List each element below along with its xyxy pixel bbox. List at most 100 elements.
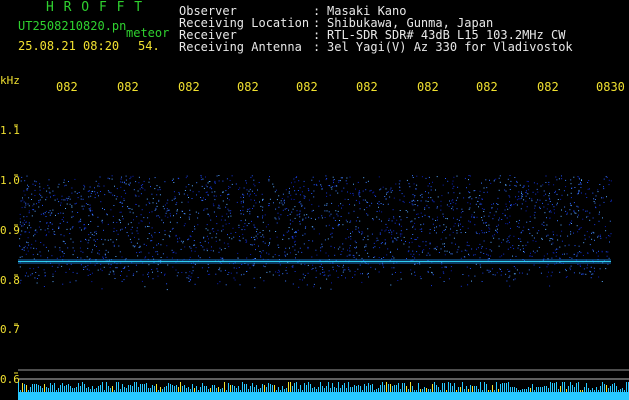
noise-dot xyxy=(94,187,95,189)
noise-dot xyxy=(130,176,132,178)
noise-dot xyxy=(52,273,54,275)
noise-dot xyxy=(141,280,143,282)
noise-dot xyxy=(250,199,252,201)
noise-dot xyxy=(564,206,566,208)
noise-dot xyxy=(415,239,417,240)
noise-dot xyxy=(332,227,334,229)
noise-dot xyxy=(275,218,277,220)
noise-dot xyxy=(513,248,515,250)
noise-dot xyxy=(391,237,392,239)
noise-dot xyxy=(33,209,35,211)
noise-dot xyxy=(570,197,572,199)
noise-dot xyxy=(31,215,33,217)
activity-bar xyxy=(220,389,221,392)
noise-dot xyxy=(279,271,280,273)
activity-bar xyxy=(184,385,185,392)
noise-dot xyxy=(606,255,608,257)
noise-dot xyxy=(434,227,436,229)
noise-dot xyxy=(67,198,69,199)
noise-dot xyxy=(289,213,291,215)
noise-dot xyxy=(116,222,118,223)
activity-bar xyxy=(380,385,381,392)
noise-dot xyxy=(95,230,97,232)
noise-dot xyxy=(358,191,360,193)
activity-bar xyxy=(104,390,105,392)
time-tick: 0830 xyxy=(596,80,625,94)
noise-dot xyxy=(367,228,369,230)
noise-dot xyxy=(365,189,367,191)
noise-dot xyxy=(243,187,245,189)
noise-dot xyxy=(224,269,226,271)
noise-dot xyxy=(477,247,479,249)
noise-dot xyxy=(587,182,589,183)
noise-dot xyxy=(299,210,301,212)
noise-dot xyxy=(538,230,540,232)
noise-dot xyxy=(365,181,367,183)
activity-bar xyxy=(472,386,473,392)
noise-dot xyxy=(32,205,34,207)
app-title: H R O F F T xyxy=(46,0,144,15)
noise-dot xyxy=(541,238,543,240)
noise-dot xyxy=(467,202,469,204)
noise-dot xyxy=(437,219,438,221)
noise-dot xyxy=(158,243,159,245)
noise-dot xyxy=(379,232,381,234)
noise-dot xyxy=(411,241,413,243)
noise-dot xyxy=(304,233,306,235)
noise-dot xyxy=(102,243,104,245)
noise-dot xyxy=(568,244,570,246)
activity-bar xyxy=(230,385,231,392)
noise-dot xyxy=(609,235,611,237)
noise-dot xyxy=(294,271,296,272)
noise-dot xyxy=(368,256,370,258)
noise-dot xyxy=(515,203,517,205)
noise-dot xyxy=(608,184,610,186)
noise-dot xyxy=(403,236,405,238)
noise-dot xyxy=(415,188,417,190)
noise-dot xyxy=(96,239,98,240)
noise-dot xyxy=(55,214,56,216)
noise-dot xyxy=(116,239,118,241)
noise-dot xyxy=(519,198,521,200)
activity-bar xyxy=(98,386,99,392)
noise-dot xyxy=(395,183,397,185)
noise-dot xyxy=(523,226,525,228)
noise-dot xyxy=(227,194,228,196)
noise-dot xyxy=(91,213,93,215)
activity-bar xyxy=(86,388,87,392)
noise-dot xyxy=(479,203,481,205)
noise-dot xyxy=(355,247,357,249)
noise-dot xyxy=(474,275,476,277)
noise-dot xyxy=(79,227,81,229)
noise-dot xyxy=(435,249,437,251)
noise-dot xyxy=(34,189,36,191)
noise-dot xyxy=(315,218,316,220)
noise-dot xyxy=(362,239,364,241)
noise-dot xyxy=(599,234,601,236)
noise-dot xyxy=(51,265,53,267)
activity-bar xyxy=(122,384,123,392)
noise-dot xyxy=(428,216,430,218)
noise-dot xyxy=(90,232,92,234)
noise-dot xyxy=(245,219,246,221)
noise-dot xyxy=(152,271,153,273)
noise-dot xyxy=(104,194,106,196)
noise-dot xyxy=(548,195,550,197)
noise-dot xyxy=(297,229,299,231)
noise-dot xyxy=(434,247,436,249)
noise-dot xyxy=(313,184,315,186)
noise-dot xyxy=(445,237,447,239)
noise-dot xyxy=(337,248,339,250)
noise-dot xyxy=(238,224,240,226)
noise-dot xyxy=(444,243,445,245)
noise-dot xyxy=(498,245,500,247)
noise-dot xyxy=(462,226,464,228)
noise-dot xyxy=(34,180,36,182)
noise-dot xyxy=(156,205,158,207)
noise-dot xyxy=(504,209,506,211)
noise-dot xyxy=(226,213,228,215)
noise-dot xyxy=(77,256,79,258)
noise-dot xyxy=(37,266,39,268)
noise-dot xyxy=(205,176,206,178)
noise-dot xyxy=(269,242,271,244)
